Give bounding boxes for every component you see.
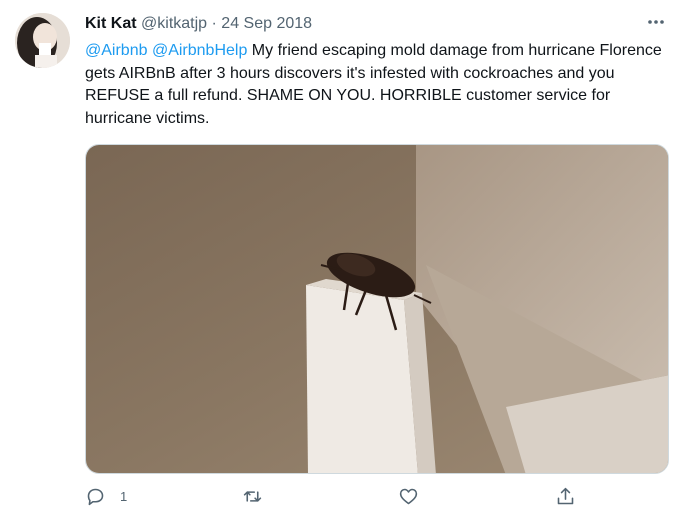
reply-button[interactable]: 1 xyxy=(85,486,127,507)
mention-airbnb[interactable]: @Airbnb xyxy=(85,42,148,59)
mention-airbnbhelp[interactable]: @AirbnbHelp xyxy=(152,42,247,59)
like-button[interactable] xyxy=(398,486,419,507)
more-icon[interactable] xyxy=(646,12,666,37)
share-icon xyxy=(557,487,574,505)
tweet-header: Kit Kat @kitkatjp · 24 Sep 2018 xyxy=(85,14,312,34)
avatar-image xyxy=(15,13,70,68)
reply-count: 1 xyxy=(120,489,128,504)
tweet-text: @Airbnb @AirbnbHelp My friend escaping m… xyxy=(85,40,665,130)
tweet-date[interactable]: 24 Sep 2018 xyxy=(221,15,312,32)
tweet-actions: 1 xyxy=(85,486,585,512)
author-handle[interactable]: @kitkatjp xyxy=(141,15,207,32)
retweet-icon xyxy=(243,491,262,502)
cockroach-photo xyxy=(86,145,668,473)
tweet-photo[interactable] xyxy=(85,144,669,474)
retweet-button[interactable] xyxy=(242,486,263,507)
author-name[interactable]: Kit Kat xyxy=(85,15,137,32)
share-button[interactable] xyxy=(555,486,576,507)
header-separator: · xyxy=(211,15,217,32)
heart-icon xyxy=(399,488,418,505)
more-dots-icon xyxy=(648,20,664,24)
reply-icon xyxy=(87,488,104,506)
avatar[interactable] xyxy=(15,13,70,68)
